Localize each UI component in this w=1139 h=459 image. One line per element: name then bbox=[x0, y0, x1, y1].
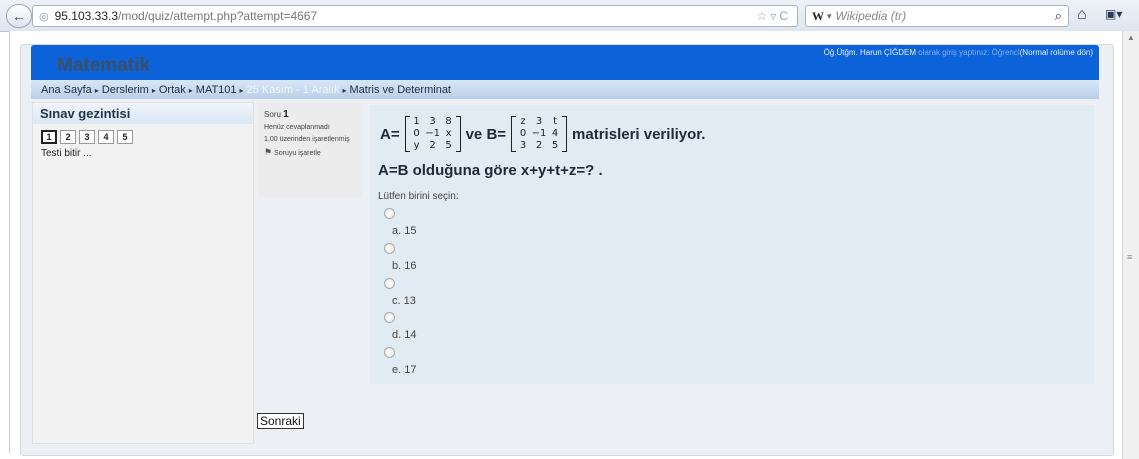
login-user-link[interactable]: Öğ.Ütğm. Harun ÇİĞDEM bbox=[824, 48, 916, 57]
matrix-cell: 1 bbox=[413, 116, 420, 127]
flag-question-label[interactable]: Soruyu işaretle bbox=[274, 150, 321, 157]
scroll-grip-icon[interactable]: ≡ bbox=[1127, 252, 1132, 262]
site-header: Matematik Öğ.Ütğm. Harun ÇİĞDEM olarak g… bbox=[31, 45, 1099, 80]
radio-button[interactable] bbox=[384, 347, 395, 358]
question-label: Soru bbox=[264, 110, 281, 119]
answer-label[interactable]: b. 16 bbox=[392, 260, 416, 272]
quiz-page-button-5[interactable]: 5 bbox=[117, 130, 133, 144]
matrix-cell: 0 bbox=[413, 128, 420, 139]
breadcrumb-separator-icon: ▸ bbox=[188, 85, 193, 95]
matrix-cell: z bbox=[520, 116, 526, 127]
matrix-cell: 4 bbox=[551, 128, 559, 139]
url-host: 95.103.33.3 bbox=[54, 9, 119, 23]
matrix-cell: 3 bbox=[429, 116, 436, 127]
question-info: Soru 1 Henüz cevaplanmadı 1,00 üzerinden… bbox=[258, 102, 362, 197]
matrix-cell: −1 bbox=[425, 128, 440, 139]
next-page-button[interactable]: Sonraki bbox=[257, 413, 304, 429]
breadcrumb: Ana Sayfa ▸ Derslerim ▸ Ortak ▸ MAT101 ▸ 25 Kası… bbox=[31, 80, 1099, 99]
question-number: Soru 1 bbox=[264, 109, 362, 120]
return-role-link[interactable]: (Normal rolüme dön) bbox=[1020, 48, 1093, 57]
matrix-cell: t bbox=[553, 116, 557, 127]
breadcrumb-week[interactable]: 25 Kasım - 1 Aralık bbox=[247, 84, 340, 96]
scroll-up-icon[interactable]: ▲ bbox=[1127, 33, 1135, 42]
site-identity-icon[interactable]: ◎ bbox=[39, 10, 49, 23]
flag-icon[interactable]: ⚑ bbox=[264, 147, 272, 157]
matrix-b-label: ve B= bbox=[465, 125, 507, 143]
vertical-scrollbar[interactable]: ▲ ≡ bbox=[1122, 31, 1139, 459]
breadcrumb-separator-icon: ▸ bbox=[151, 85, 156, 95]
matrix-cell: y bbox=[413, 140, 420, 151]
question-status: Henüz cevaplanmadı bbox=[264, 124, 330, 131]
block-header: Sınav gezintisi bbox=[33, 103, 253, 124]
matrix-b: z 3 t 0 −1 4 3 2 5 bbox=[511, 116, 568, 152]
bookmark-star-icon[interactable]: ☆▿C bbox=[757, 9, 791, 23]
url-path: /mod/quiz/attempt.php?attempt=4667 bbox=[118, 9, 318, 23]
quiz-page-button-4[interactable]: 4 bbox=[98, 130, 114, 144]
radio-button[interactable] bbox=[384, 243, 395, 254]
answer-label[interactable]: a. 15 bbox=[392, 225, 416, 237]
matrix-cell: 8 bbox=[445, 116, 452, 127]
flag-question-link[interactable]: ⚑ Soruyu işaretle bbox=[264, 148, 362, 158]
search-placeholder: Wikipedia (tr) bbox=[835, 9, 907, 23]
quiz-page-button-1[interactable]: 1 bbox=[41, 130, 57, 144]
breadcrumb-my-courses[interactable]: Derslerim bbox=[102, 84, 149, 96]
question-stem-line1: A= 1 3 8 0 −1 x y 2 5 ve B= z 3 t 0 −1 4… bbox=[378, 112, 707, 156]
search-icon[interactable]: ⌕ bbox=[1055, 8, 1062, 24]
site-title: Matematik bbox=[57, 55, 150, 76]
back-arrow-icon[interactable]: ← bbox=[6, 4, 32, 28]
answer-label[interactable]: e. 17 bbox=[392, 364, 416, 376]
question-content: A= 1 3 8 0 −1 x y 2 5 ve B= z 3 t 0 −1 4… bbox=[370, 105, 1094, 384]
breadcrumb-home[interactable]: Ana Sayfa bbox=[41, 84, 92, 96]
answer-option-c[interactable]: c. 13 bbox=[384, 278, 416, 307]
quiz-page-button-2[interactable]: 2 bbox=[60, 130, 76, 144]
breadcrumb-course[interactable]: MAT101 bbox=[196, 84, 237, 96]
answer-option-a[interactable]: a. 15 bbox=[384, 208, 416, 237]
breadcrumb-quiz[interactable]: Matris ve Determinat bbox=[350, 84, 451, 96]
quiz-page-button-3[interactable]: 3 bbox=[79, 130, 95, 144]
home-icon[interactable]: ⌂ bbox=[1077, 6, 1087, 24]
answer-option-e[interactable]: e. 17 bbox=[384, 347, 416, 376]
radio-button[interactable] bbox=[384, 208, 395, 219]
matrix-cell: 5 bbox=[445, 140, 452, 151]
address-bar[interactable]: ◎ 95.103.33.3/mod/quiz/attempt.php?attem… bbox=[32, 5, 798, 27]
answer-option-d[interactable]: d. 14 bbox=[384, 312, 416, 341]
breadcrumb-separator-icon: ▸ bbox=[94, 85, 99, 95]
radio-button[interactable] bbox=[384, 278, 395, 289]
search-engine-icon[interactable]: W bbox=[812, 9, 824, 24]
bookmarks-menu-icon[interactable]: ▣▾ bbox=[1105, 7, 1122, 21]
matrix-cell: 0 bbox=[519, 128, 527, 139]
search-bar[interactable]: W ▾ Wikipedia (tr) ⌕ bbox=[805, 5, 1069, 27]
matrix-a-label: A= bbox=[380, 125, 400, 143]
radio-button[interactable] bbox=[384, 312, 395, 323]
block-title: Sınav gezintisi bbox=[40, 106, 131, 121]
matrix-cell: −1 bbox=[531, 128, 547, 139]
question-suffix: matrisleri veriliyor. bbox=[572, 125, 706, 143]
answer-option-b[interactable]: b. 16 bbox=[384, 243, 416, 272]
matrix-cell: 2 bbox=[429, 140, 436, 151]
browser-toolbar: ← ◎ 95.103.33.3/mod/quiz/attempt.php?att… bbox=[0, 0, 1139, 32]
matrix-a: 1 3 8 0 −1 x y 2 5 bbox=[404, 116, 461, 152]
breadcrumb-common[interactable]: Ortak bbox=[159, 84, 186, 96]
answer-prompt: Lütfen birini seçin: bbox=[378, 191, 459, 202]
breadcrumb-separator-icon: ▸ bbox=[342, 85, 347, 95]
answer-label[interactable]: d. 14 bbox=[392, 329, 416, 341]
login-info: Öğ.Ütğm. Harun ÇİĞDEM olarak giriş yaptı… bbox=[824, 48, 1093, 57]
matrix-cell: x bbox=[445, 128, 452, 139]
question-number-value: 1 bbox=[283, 109, 289, 120]
matrix-cell: 3 bbox=[535, 116, 543, 127]
question-stem-line2: A=B olduğuna göre x+y+t+z=? . bbox=[378, 162, 603, 179]
answer-label[interactable]: c. 13 bbox=[392, 295, 416, 307]
matrix-cell: 5 bbox=[551, 140, 559, 151]
finish-attempt-link[interactable]: Testi bitir ... bbox=[41, 148, 253, 159]
question-mark: 1,00 üzerinden işaretlenmiş bbox=[264, 136, 350, 143]
login-text: olarak giriş yaptınız: Öğrenci bbox=[916, 48, 1020, 57]
breadcrumb-separator-icon: ▸ bbox=[239, 85, 244, 95]
matrix-cell: 3 bbox=[519, 140, 527, 151]
quiz-navigation-block: Sınav gezintisi 1 2 3 4 5 Testi bitir ..… bbox=[32, 102, 254, 444]
chevron-down-icon[interactable]: ▾ bbox=[827, 11, 832, 22]
quiz-page-buttons: 1 2 3 4 5 bbox=[41, 130, 253, 144]
matrix-cell: 2 bbox=[535, 140, 543, 151]
